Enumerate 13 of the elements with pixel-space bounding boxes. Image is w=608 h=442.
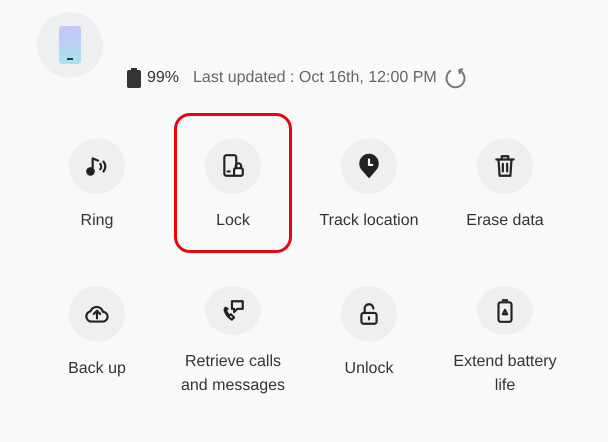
last-updated-text: Last updated : Oct 16th, 12:00 PM: [193, 69, 437, 87]
action-button[interactable]: Extend battery life: [446, 261, 564, 401]
battery-percentage: 99%: [147, 69, 180, 87]
action-button[interactable]: Erase data: [446, 113, 564, 253]
action-button[interactable]: Ring: [38, 113, 156, 253]
battery-icon: [127, 68, 141, 88]
refresh-icon[interactable]: [442, 66, 467, 90]
action-button[interactable]: Lock: [174, 113, 292, 253]
action-button[interactable]: Retrieve calls and messages: [174, 261, 292, 401]
action-button[interactable]: Back up: [38, 261, 156, 401]
phone-icon: [59, 26, 81, 64]
action-button[interactable]: Unlock: [310, 261, 428, 401]
action-button[interactable]: Track location: [310, 113, 428, 253]
